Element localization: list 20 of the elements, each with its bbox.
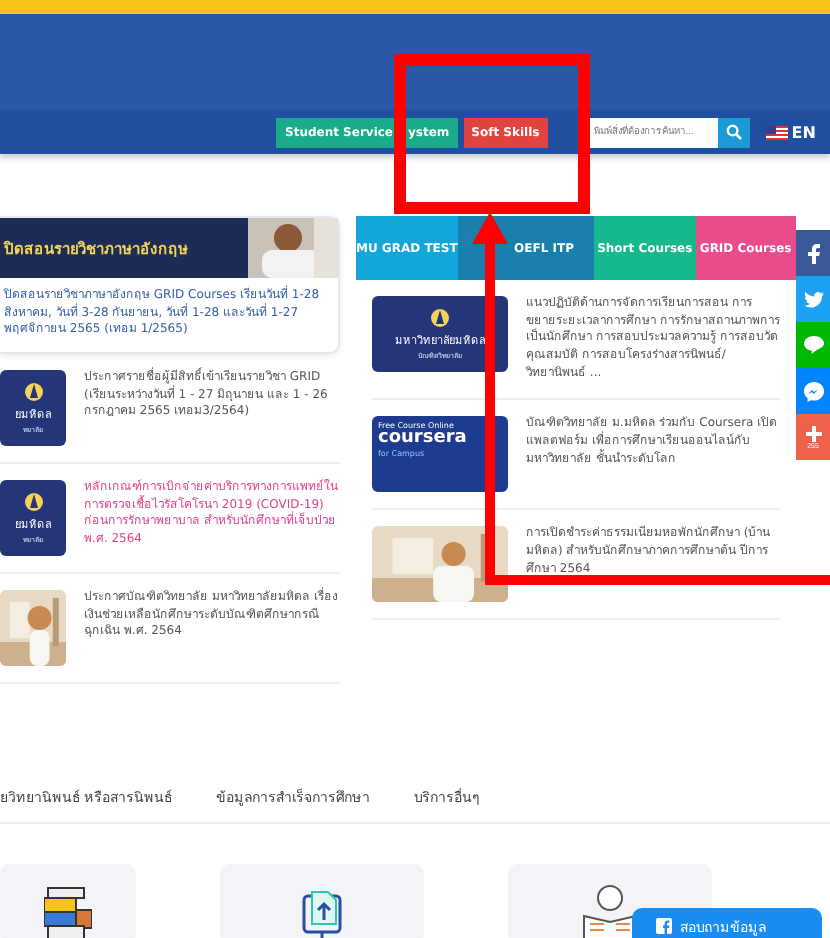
promo-brand: coursera	[378, 430, 469, 449]
facebook-icon	[807, 243, 819, 263]
share-button[interactable]	[796, 368, 830, 414]
share-button[interactable]	[796, 276, 830, 322]
search-button[interactable]	[717, 117, 750, 147]
language-button[interactable]: EN	[765, 123, 816, 141]
share-button[interactable]	[796, 230, 830, 276]
messenger-icon	[803, 381, 823, 401]
books-icon	[44, 884, 92, 938]
search-icon	[725, 124, 742, 140]
bird-icon	[803, 291, 823, 307]
chat-bubble-icon	[803, 336, 823, 354]
service-card[interactable]	[0, 864, 136, 938]
plus-icon	[805, 425, 821, 441]
emblem-icon	[23, 490, 43, 515]
facebook-icon	[656, 918, 672, 934]
emblem-icon	[430, 306, 450, 330]
emblem-icon	[23, 380, 43, 405]
flag-icon	[765, 125, 788, 139]
service-card[interactable]	[220, 864, 424, 938]
